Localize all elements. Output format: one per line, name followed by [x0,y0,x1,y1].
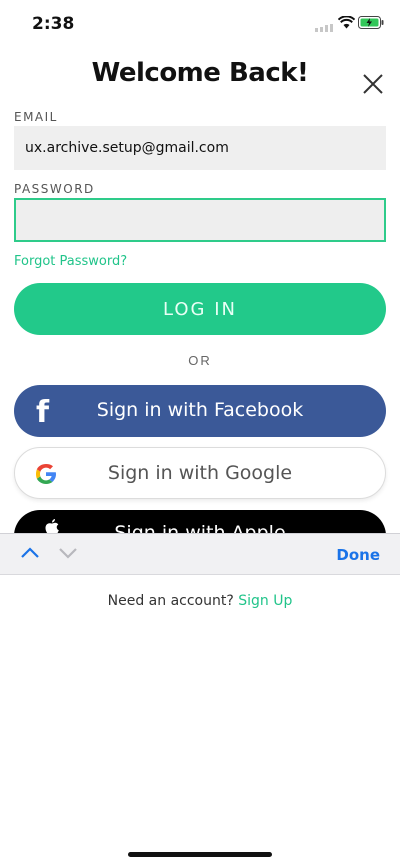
battery-icon [358,16,384,29]
login-button[interactable]: LOG IN [14,283,386,335]
email-field[interactable]: ux.archive.setup@gmail.com [14,126,386,170]
google-signin-button[interactable]: Sign in with Google [14,447,386,499]
signal-icon [315,24,333,32]
signup-prompt-text: Need an account? [107,593,234,609]
chevron-down-icon[interactable] [58,546,78,560]
password-field[interactable] [14,198,386,242]
wifi-icon [338,16,355,29]
login-button-label: LOG IN [163,299,237,320]
home-indicator [128,852,272,857]
email-value: ux.archive.setup@gmail.com [25,140,229,156]
signup-link[interactable]: Sign Up [238,593,292,609]
status-bar: 2:38 [0,0,400,48]
email-label: EMAIL [14,110,58,124]
password-label: PASSWORD [14,182,95,196]
close-icon[interactable] [360,71,386,97]
facebook-signin-button[interactable]: f Sign in with Facebook [14,385,386,437]
chevron-up-icon[interactable] [20,546,40,560]
or-divider: OR [188,353,212,368]
status-time: 2:38 [32,14,75,34]
keyboard-toolbar: Done [0,533,400,575]
forgot-password-link[interactable]: Forgot Password? [14,254,127,269]
facebook-button-label: Sign in with Facebook [96,399,304,421]
page-title: Welcome Back! [91,58,309,88]
signup-prompt: Need an account? Sign Up [0,593,400,609]
done-button[interactable]: Done [336,546,380,564]
google-button-label: Sign in with Google [107,462,293,484]
